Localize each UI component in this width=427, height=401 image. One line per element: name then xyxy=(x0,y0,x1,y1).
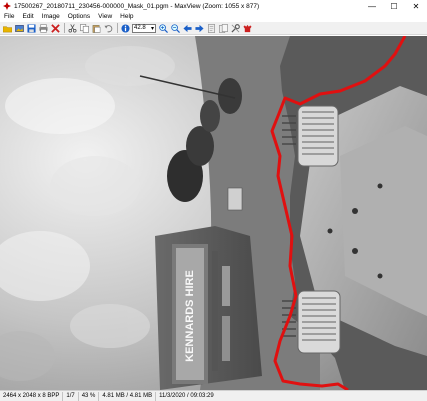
zoom-in-icon[interactable] xyxy=(158,23,168,33)
save-icon[interactable] xyxy=(26,23,36,33)
status-dimensions: 2464 x 2048 x 8 BPP xyxy=(0,391,64,401)
page2-icon[interactable] xyxy=(218,23,228,33)
minimize-button[interactable]: — xyxy=(361,0,383,12)
window-title: 17500267_20180711_230456-000000_Mask_01.… xyxy=(14,2,260,10)
status-datetime: 11/3/2020 / 09:03:29 xyxy=(159,392,214,399)
toolbar-separator xyxy=(117,23,118,33)
page-icon[interactable] xyxy=(206,23,216,33)
status-page: 1/7 xyxy=(63,391,79,401)
menu-file[interactable]: File xyxy=(0,12,18,22)
menu-image[interactable]: Image xyxy=(38,12,64,22)
fisheye-image: KENNARDS HIRE xyxy=(0,36,427,390)
zoom-out-icon[interactable] xyxy=(170,23,180,33)
toolbar-separator xyxy=(64,23,65,33)
status-memory: 4.81 MB / 4.81 MB xyxy=(99,391,157,401)
next-arrow-icon[interactable] xyxy=(194,23,204,33)
image-icon[interactable] xyxy=(14,23,24,33)
paste-icon[interactable] xyxy=(91,23,101,33)
vehicle xyxy=(227,187,243,211)
image-viewport[interactable]: KENNARDS HIRE xyxy=(0,36,427,390)
undo-icon[interactable] xyxy=(103,23,113,33)
camera-rig xyxy=(280,36,427,390)
print-icon[interactable] xyxy=(38,23,48,33)
info-icon[interactable] xyxy=(120,23,130,33)
cut-icon[interactable] xyxy=(67,23,77,33)
status-zoom: 43 % xyxy=(79,391,100,401)
zoom-select[interactable]: 42.8 ▾ xyxy=(132,23,156,33)
menu-help[interactable]: Help xyxy=(116,12,137,22)
menu-edit[interactable]: Edit xyxy=(18,12,37,22)
settings-icon[interactable] xyxy=(230,23,240,33)
building: KENNARDS HIRE xyxy=(155,226,262,390)
prev-arrow-icon[interactable] xyxy=(182,23,192,33)
close-button[interactable]: ✕ xyxy=(405,0,427,12)
title-bar: 17500267_20180711_230456-000000_Mask_01.… xyxy=(0,0,427,12)
exit-icon[interactable] xyxy=(242,23,252,33)
app-logo-icon xyxy=(3,2,11,10)
toolbar: 42.8 ▾ xyxy=(0,22,427,35)
delete-icon[interactable] xyxy=(50,23,60,33)
chevron-down-icon: ▾ xyxy=(150,25,154,32)
maximize-button[interactable]: ☐ xyxy=(383,0,405,12)
copy-icon[interactable] xyxy=(79,23,89,33)
menu-options[interactable]: Options xyxy=(64,12,94,22)
menu-view[interactable]: View xyxy=(94,12,116,22)
building-sign-text: KENNARDS HIRE xyxy=(184,270,196,362)
open-icon[interactable] xyxy=(2,23,12,33)
menu-bar: File Edit Image Options View Help xyxy=(0,12,427,22)
zoom-value: 42.8 xyxy=(134,25,146,31)
status-bar: 2464 x 2048 x 8 BPP 1/7 43 % 4.81 MB / 4… xyxy=(0,390,427,401)
